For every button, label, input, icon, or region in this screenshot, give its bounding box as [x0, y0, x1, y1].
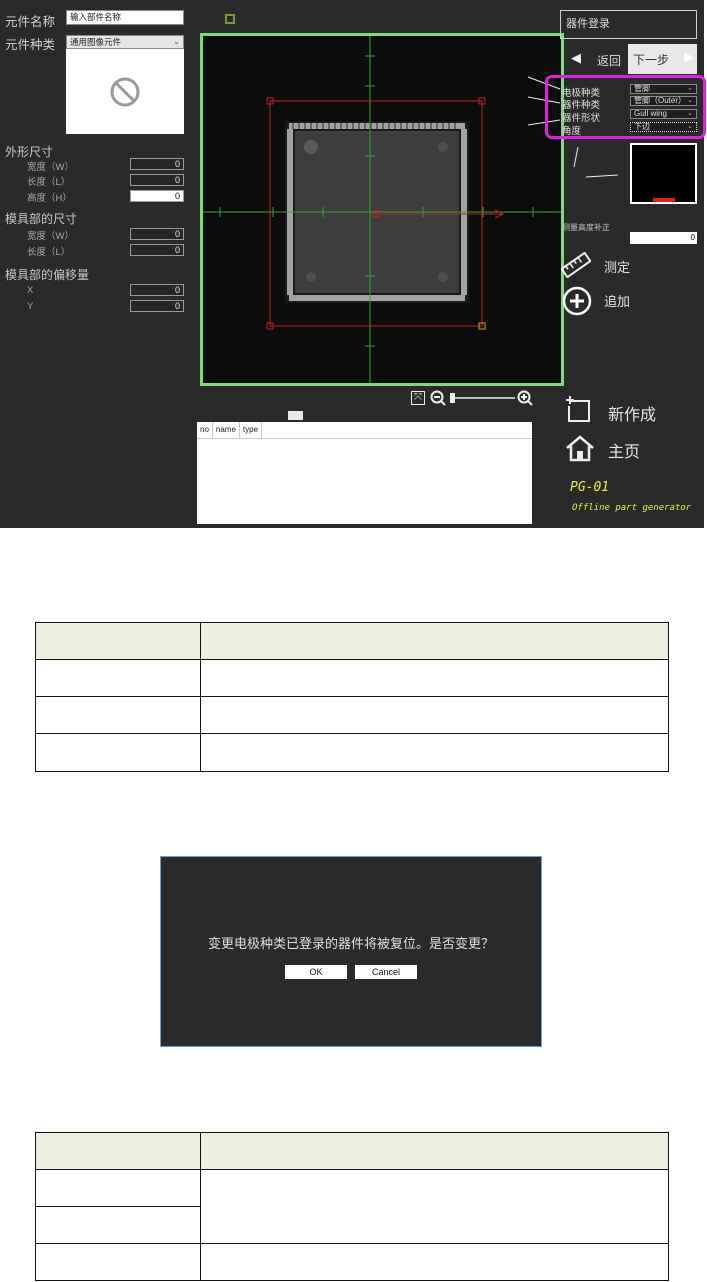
component-image	[203, 36, 561, 383]
table2-cell	[200, 1243, 669, 1281]
outer-size-label: 外形尺寸	[5, 145, 54, 159]
home-button[interactable]: 主页	[608, 438, 640, 462]
doc-table-2	[35, 1132, 669, 1282]
table1-cell	[200, 659, 669, 697]
table1-cell	[35, 659, 201, 697]
length-field[interactable]: 0	[130, 174, 184, 186]
measure-button[interactable]: 测定	[604, 257, 630, 276]
x-field[interactable]: 0	[130, 284, 184, 296]
height-field[interactable]: 0	[130, 190, 184, 202]
y-field[interactable]: 0	[130, 300, 184, 312]
width-field[interactable]: 0	[130, 158, 184, 170]
next-button[interactable]: 下一步 ▶	[628, 44, 697, 74]
length-label: 长度（L）	[27, 177, 71, 188]
table2-cell	[35, 1169, 201, 1207]
doc-table-1	[35, 622, 669, 772]
table1-cell	[200, 696, 669, 734]
height-label: 高度（H）	[27, 193, 72, 204]
mold-length-field[interactable]: 0	[130, 244, 184, 256]
zoom-slider[interactable]	[430, 390, 542, 406]
table2-header-cell-2	[200, 1132, 669, 1170]
part-name-label: 元件名称	[5, 15, 56, 29]
table2-cell-merged	[200, 1169, 669, 1244]
app-name: Offline part generator	[572, 503, 692, 513]
part-type-select[interactable]: 通用图像元件 ⌄	[66, 35, 184, 49]
table2-header-cell-1	[35, 1132, 201, 1170]
mold-size-label: 模具部的尺寸	[5, 212, 78, 226]
back-arrow-icon[interactable]: ◀	[571, 50, 581, 66]
table2-cell	[35, 1206, 201, 1244]
app-window: 元件名称 输入部件名称 元件种类 通用图像元件 ⌄ 外形尺寸 宽度（W） 0 长…	[0, 0, 706, 528]
table1-cell	[35, 733, 201, 772]
next-arrow-icon: ▶	[684, 49, 694, 64]
y-label: Y	[27, 301, 34, 312]
device-register-button[interactable]: 器件登录	[560, 10, 697, 39]
table1-header-cell-1	[35, 622, 201, 660]
back-button[interactable]: 返回	[597, 52, 621, 69]
home-icon[interactable]	[564, 434, 596, 462]
ok-button[interactable]: OK	[285, 965, 347, 979]
no-image-icon	[110, 77, 140, 107]
table1-header-cell-2	[200, 622, 669, 660]
part-type-label: 元件种类	[5, 38, 56, 52]
new-button[interactable]: 新作成	[608, 401, 656, 425]
width-label: 宽度（W）	[27, 162, 74, 173]
highlight-box	[545, 75, 706, 139]
table1-cell	[35, 696, 201, 734]
next-label: 下一步	[633, 53, 670, 67]
app-code: PG-01	[570, 480, 610, 495]
table2-cell	[35, 1243, 201, 1281]
element-table[interactable]: no name type	[197, 422, 532, 524]
mold-width-label: 宽度（W）	[27, 231, 74, 242]
height-correction-label: 测量高度补正	[562, 223, 610, 232]
x-label: X	[27, 285, 34, 296]
add-circle-icon[interactable]	[562, 286, 592, 316]
part-name-input[interactable]: 输入部件名称	[66, 10, 184, 25]
table1-cell	[200, 733, 669, 772]
confirm-dialog: 变更电极种类已登录的器件将被复位。是否变更？ OK Cancel	[160, 856, 542, 1047]
cancel-button[interactable]: Cancel	[355, 965, 417, 979]
direction-marker	[653, 198, 675, 202]
table-header-name[interactable]: name	[213, 422, 240, 438]
part-image-preview	[66, 49, 184, 134]
toggle-checkbox[interactable]	[225, 14, 235, 24]
mold-offset-label: 模具部的偏移量	[5, 268, 90, 282]
mold-width-field[interactable]: 0	[130, 228, 184, 240]
image-viewer[interactable]	[200, 33, 564, 386]
table-header-no[interactable]: no	[197, 422, 213, 438]
dialog-message: 变更电极种类已登录的器件将被复位。是否变更？	[207, 936, 494, 951]
ruler-icon[interactable]	[561, 252, 591, 278]
fit-to-window-icon[interactable]: ⤧	[411, 391, 425, 405]
chevron-down-icon: ⌄	[173, 37, 180, 46]
height-correction-field[interactable]: 0	[630, 232, 697, 244]
add-button[interactable]: 追加	[604, 291, 630, 310]
table-header-type[interactable]: type	[240, 422, 263, 438]
direction-preview	[630, 143, 697, 204]
table-icon	[288, 411, 303, 420]
new-file-icon[interactable]	[564, 394, 594, 424]
mold-length-label: 长度（L）	[27, 247, 71, 258]
part-type-value: 通用图像元件	[70, 37, 122, 47]
